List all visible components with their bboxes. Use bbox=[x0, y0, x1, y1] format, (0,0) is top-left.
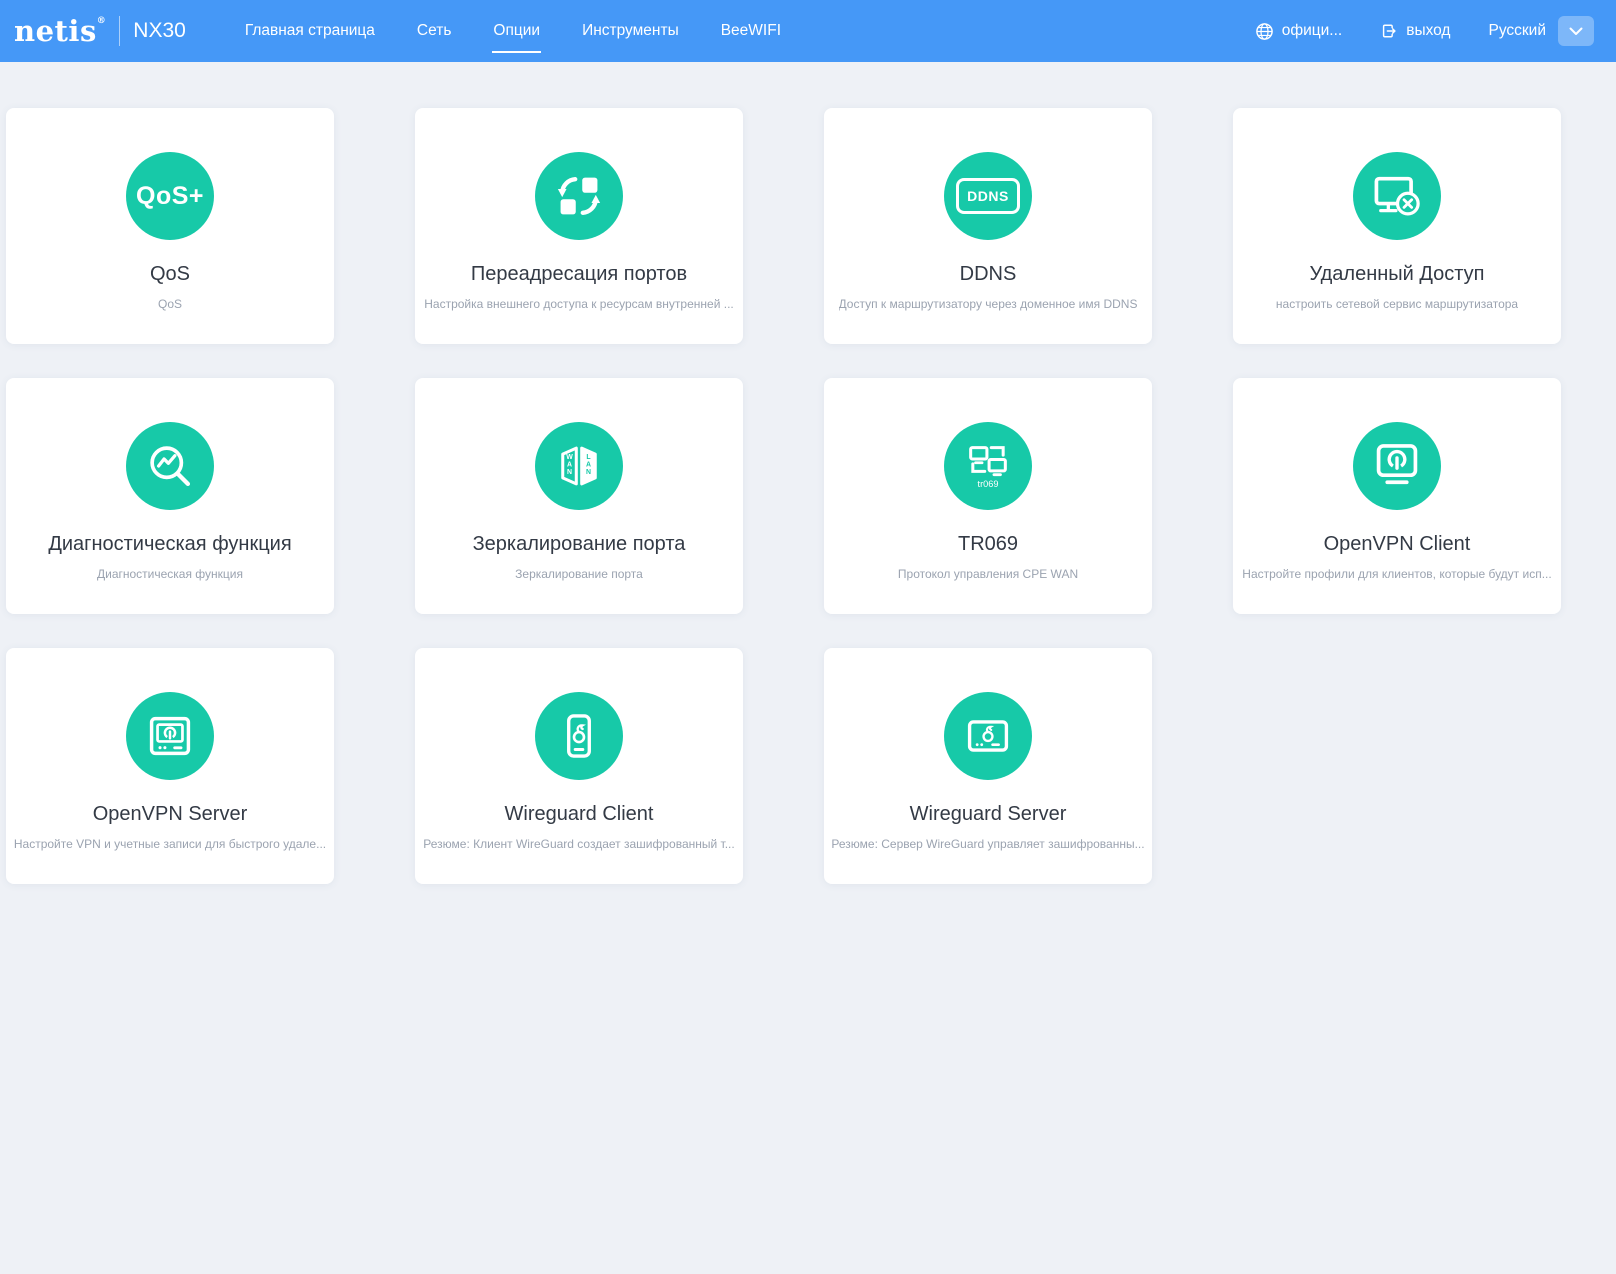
card-title: OpenVPN Client bbox=[1323, 533, 1471, 555]
nav-item-tools[interactable]: Инструменты bbox=[581, 0, 680, 62]
qos-icon-text: QoS+ bbox=[136, 181, 204, 210]
wan-label: WAN bbox=[566, 454, 573, 476]
nav-item-beewifi[interactable]: BeeWIFI bbox=[720, 0, 782, 62]
logout-icon bbox=[1383, 24, 1396, 38]
card-title: OpenVPN Server bbox=[92, 803, 248, 825]
card-openvpn-client[interactable]: OpenVPN Client Настройте профили для кли… bbox=[1233, 378, 1561, 614]
brand-logo: netis® NX30 bbox=[14, 16, 186, 46]
card-diagnostics[interactable]: Диагностическая функция Диагностическая … bbox=[6, 378, 334, 614]
card-wireguard-client[interactable]: Wireguard Client Резюме: Клиент WireGuar… bbox=[415, 648, 743, 884]
nav-item-home[interactable]: Главная страница bbox=[244, 0, 376, 62]
logout-link[interactable]: выход bbox=[1380, 22, 1450, 40]
chevron-down-icon bbox=[1569, 27, 1583, 35]
language-label: Русский bbox=[1488, 22, 1546, 39]
card-wireguard-server[interactable]: Wireguard Server Резюме: Сервер WireGuar… bbox=[824, 648, 1152, 884]
card-subtitle: Зеркалирование порта bbox=[515, 567, 643, 581]
card-subtitle: Резюме: Клиент WireGuard создает зашифро… bbox=[423, 837, 735, 851]
card-title: Диагностическая функция bbox=[48, 533, 292, 555]
brand-text: netis® bbox=[14, 13, 107, 48]
globe-icon bbox=[1255, 22, 1273, 40]
remote-access-icon bbox=[1353, 152, 1441, 240]
card-title: Wireguard Server bbox=[909, 803, 1067, 825]
card-subtitle: Диагностическая функция bbox=[96, 567, 243, 581]
card-openvpn-server[interactable]: OpenVPN Server Настройте VPN и учетные з… bbox=[6, 648, 334, 884]
logout-label: выход bbox=[1406, 22, 1451, 39]
card-tr069[interactable]: tr069 TR069 Протокол управления CPE WAN bbox=[824, 378, 1152, 614]
nav-item-network[interactable]: Сеть bbox=[416, 0, 452, 62]
card-title: Переадресация портов bbox=[470, 263, 688, 285]
card-title: Удаленный Доступ bbox=[1309, 263, 1485, 285]
official-site-link[interactable]: офици... bbox=[1255, 22, 1343, 41]
card-ddns[interactable]: DDNS DDNS Доступ к маршрутизатору через … bbox=[824, 108, 1152, 344]
tr069-icon: tr069 bbox=[944, 422, 1032, 510]
ddns-icon-text: DDNS bbox=[956, 178, 1020, 214]
card-title: QoS bbox=[149, 263, 191, 285]
openvpn-server-icon bbox=[126, 692, 214, 780]
card-subtitle: Доступ к маршрутизатору через доменное и… bbox=[838, 297, 1138, 311]
card-subtitle: настроить сетевой сервис маршрутизатора bbox=[1275, 297, 1519, 311]
card-title: DDNS bbox=[959, 263, 1017, 285]
card-port-mirroring[interactable]: WAN LAN Зеркалирование порта Зеркалирова… bbox=[415, 378, 743, 614]
card-qos[interactable]: QoS+ QoS QoS bbox=[6, 108, 334, 344]
wireguard-server-icon bbox=[944, 692, 1032, 780]
card-title: Зеркалирование порта bbox=[472, 533, 686, 555]
topbar: netis® NX30 Главная страница Сеть Опции … bbox=[0, 0, 1616, 62]
model-label: NX30 bbox=[133, 19, 186, 42]
card-subtitle: QoS bbox=[157, 297, 182, 311]
card-subtitle: Протокол управления CPE WAN bbox=[897, 567, 1079, 581]
language-dropdown-button[interactable] bbox=[1558, 16, 1594, 46]
feature-cards-grid: QoS+ QoS QoS Переадресация портов Настро… bbox=[0, 62, 1616, 884]
card-remote-access[interactable]: Удаленный Доступ настроить сетевой серви… bbox=[1233, 108, 1561, 344]
diagnostics-icon bbox=[126, 422, 214, 510]
openvpn-client-icon bbox=[1353, 422, 1441, 510]
nav-item-options[interactable]: Опции bbox=[492, 0, 541, 62]
card-subtitle: Настройка внешнего доступа к ресурсам вн… bbox=[424, 297, 734, 311]
wireguard-client-icon bbox=[535, 692, 623, 780]
port-mirroring-icon: WAN LAN bbox=[535, 422, 623, 510]
card-title: TR069 bbox=[957, 533, 1019, 555]
official-site-label: офици... bbox=[1281, 22, 1343, 39]
card-title: Wireguard Client bbox=[504, 803, 654, 825]
brand-divider bbox=[119, 16, 121, 46]
ddns-icon: DDNS bbox=[944, 152, 1032, 240]
card-subtitle: Настройте VPN и учетные записи для быстр… bbox=[13, 837, 327, 851]
lan-label: LAN bbox=[586, 454, 591, 476]
qos-icon: QoS+ bbox=[126, 152, 214, 240]
card-port-forwarding[interactable]: Переадресация портов Настройка внешнего … bbox=[415, 108, 743, 344]
main-nav: Главная страница Сеть Опции Инструменты … bbox=[224, 0, 802, 62]
card-subtitle: Настройте профили для клиентов, которые … bbox=[1242, 567, 1552, 581]
topbar-right: офици... выход Русский bbox=[1217, 16, 1594, 46]
port-forwarding-icon bbox=[535, 152, 623, 240]
tr069-icon-text: tr069 bbox=[978, 479, 999, 489]
card-subtitle: Резюме: Сервер WireGuard управляет зашиф… bbox=[831, 837, 1145, 851]
